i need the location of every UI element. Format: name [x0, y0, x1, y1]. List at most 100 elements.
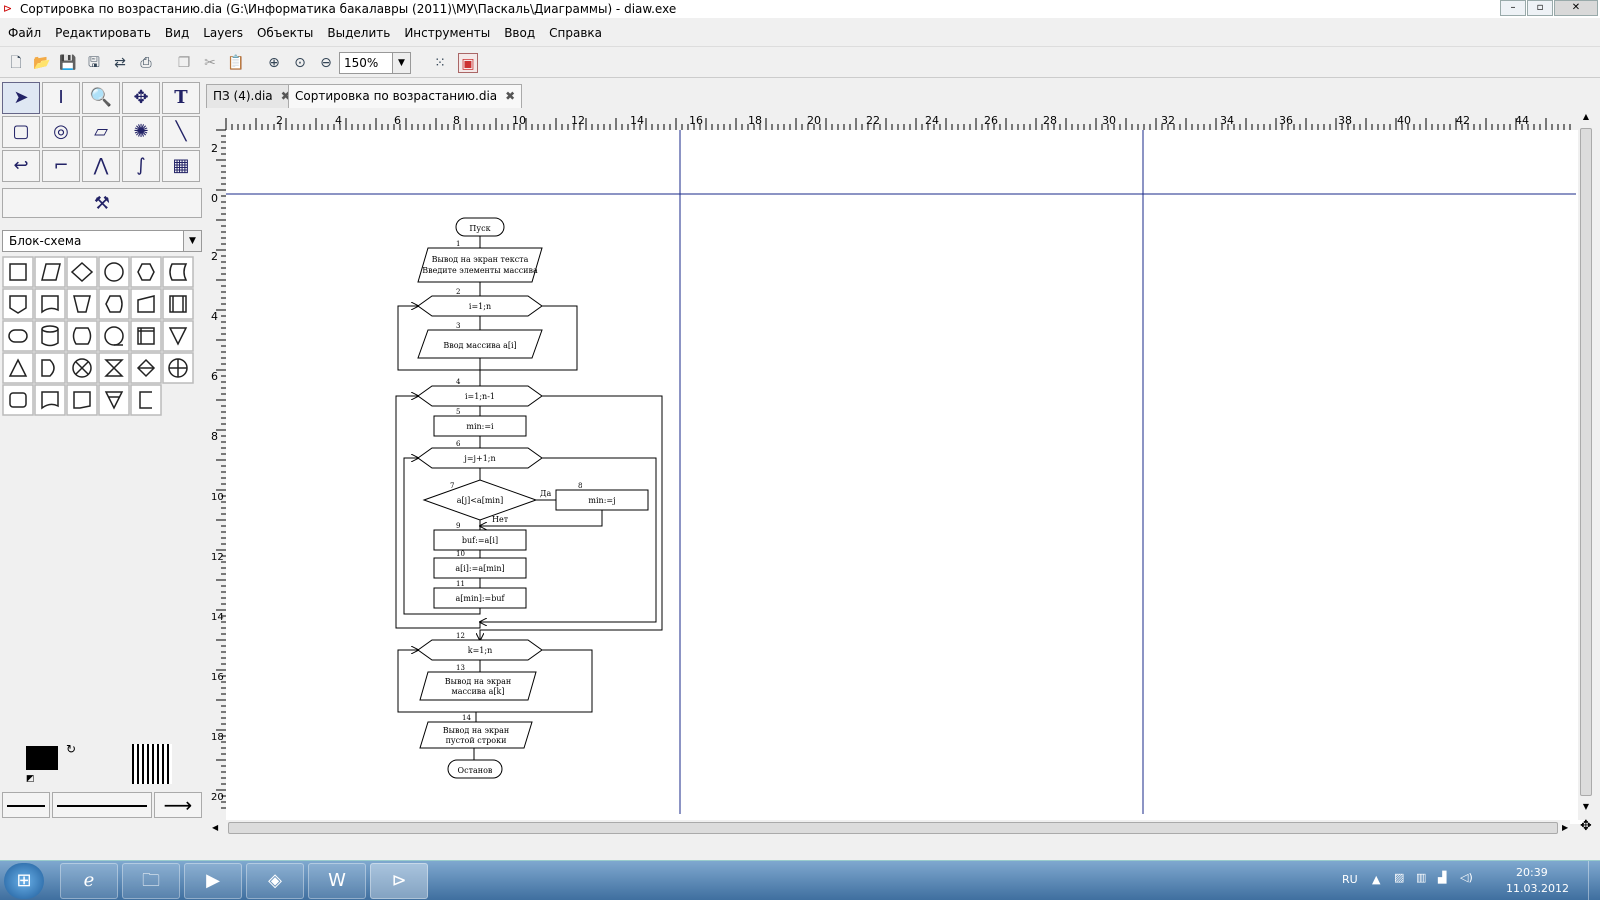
snap-grid-icon[interactable]: ⁙ — [430, 53, 450, 73]
chevron-down-icon[interactable]: ▼ — [183, 231, 201, 251]
object-snap-icon[interactable]: ▣ — [458, 53, 478, 73]
flow-shape-merge[interactable] — [162, 320, 194, 352]
menu-file[interactable]: Файл — [8, 26, 41, 40]
line-style[interactable] — [52, 792, 152, 818]
flow-shape-process[interactable] — [2, 256, 34, 288]
menu-tools[interactable]: Инструменты — [404, 26, 490, 40]
start-terminal[interactable]: Пуск — [455, 217, 505, 237]
maximize-button[interactable]: ▫ — [1527, 0, 1553, 16]
flow-shape-connector[interactable] — [98, 256, 130, 288]
flow-shape-delay[interactable] — [34, 352, 66, 384]
box-tool[interactable]: ▢ — [2, 116, 40, 148]
scroll-down-icon[interactable]: ▼ — [1578, 802, 1594, 816]
text-edit-tool[interactable]: I — [42, 82, 80, 114]
word-icon[interactable]: W — [308, 863, 366, 899]
flow-shape-predefined[interactable] — [162, 288, 194, 320]
flow-shape-rounded[interactable] — [2, 384, 34, 416]
text-tool[interactable]: T — [162, 82, 200, 114]
flow-shape-stored-data[interactable] — [162, 256, 194, 288]
save-icon[interactable]: 💾 — [58, 53, 78, 73]
flow-shape-card[interactable] — [66, 384, 98, 416]
block-13-output[interactable]: 13 Вывод на экран массива a[k] — [419, 664, 537, 701]
polygon-tool[interactable]: ▱ — [82, 116, 120, 148]
block-7-decision[interactable]: 7 a[j]<a[min] Да Нет — [422, 479, 552, 524]
paste-icon[interactable]: 📋 — [226, 53, 246, 73]
flow-shape-triangle-down[interactable] — [98, 384, 130, 416]
close-icon[interactable]: ✖ — [505, 89, 515, 103]
default-colors-icon[interactable]: ◩ — [26, 774, 35, 784]
flow-shape-data[interactable] — [34, 256, 66, 288]
flow-shape-multi-doc[interactable] — [34, 384, 66, 416]
signal-icon[interactable]: ▟ — [1438, 871, 1446, 884]
zoom-in-icon[interactable]: ⊕ — [264, 53, 284, 73]
export-icon[interactable]: ⇄ — [110, 53, 130, 73]
navigation-icon[interactable]: ✥ — [1580, 818, 1592, 834]
flow-shape-sort[interactable] — [130, 352, 162, 384]
flow-shape-internal[interactable] — [130, 320, 162, 352]
zoom-fit-icon[interactable]: ⊙ — [290, 53, 310, 73]
bezier-tool[interactable]: ∫ — [122, 150, 160, 182]
start-button[interactable]: ⊞ — [4, 863, 44, 899]
cut-icon[interactable]: ✂ — [200, 53, 220, 73]
image-tool[interactable]: ▦ — [162, 150, 200, 182]
menu-input[interactable]: Ввод — [504, 26, 535, 40]
open-folder-icon[interactable]: 📂 — [32, 53, 52, 73]
flow-shape-terminal[interactable] — [2, 320, 34, 352]
clock-date[interactable]: 11.03.2012 — [1506, 882, 1569, 895]
menu-view[interactable]: Вид — [165, 26, 189, 40]
scroll-up-icon[interactable]: ▲ — [1578, 112, 1594, 126]
flow-shape-annotation[interactable] — [130, 384, 162, 416]
language-indicator[interactable]: RU — [1342, 873, 1358, 886]
menu-edit[interactable]: Редактировать — [55, 26, 151, 40]
flow-shape-manual-op[interactable] — [66, 288, 98, 320]
sheet-select[interactable]: Блок-схема ▼ — [2, 230, 202, 252]
block-8-process[interactable]: 8 min:=j — [555, 482, 649, 511]
minimize-button[interactable]: – — [1500, 0, 1526, 16]
diagram-canvas[interactable]: 2 4 6 8 10 12 14 16 18 20 22 24 26 28 30… — [206, 110, 1586, 824]
ie-icon[interactable]: ℯ — [60, 863, 118, 899]
outline-tool[interactable]: ⚒ — [2, 188, 202, 218]
stop-terminal[interactable]: Останов — [447, 759, 503, 779]
flow-shape-sequential[interactable] — [98, 320, 130, 352]
flow-shape-offpage[interactable] — [2, 288, 34, 320]
beziergon-tool[interactable]: ✺ — [122, 116, 160, 148]
flow-shape-or[interactable] — [162, 352, 194, 384]
zoom-select[interactable]: 150% ▼ — [339, 52, 411, 74]
print-icon[interactable]: ⎙ — [136, 53, 156, 73]
canvas-area[interactable]: 2 4 6 8 10 12 14 16 18 20 22 24 26 28 30… — [206, 110, 1586, 824]
dia-icon[interactable]: ⊳ — [370, 863, 428, 899]
tab-sorting[interactable]: Сортировка по возрастанию.dia ✖ — [288, 84, 523, 108]
polyline-tool[interactable]: ⋀ — [82, 150, 120, 182]
menu-help[interactable]: Справка — [549, 26, 602, 40]
flow-shape-display[interactable] — [98, 288, 130, 320]
flow-shape-extract[interactable] — [2, 352, 34, 384]
swap-colors-icon[interactable]: ↻ — [66, 742, 76, 756]
app-icon[interactable]: ◈ — [246, 863, 304, 899]
chevron-down-icon[interactable]: ▼ — [392, 53, 410, 73]
scroll-right-icon[interactable]: ▶ — [1562, 820, 1574, 836]
volume-icon[interactable]: ◁) — [1460, 871, 1473, 884]
flow-shape-document[interactable] — [34, 288, 66, 320]
tray-arrow-icon[interactable]: ▲ — [1372, 873, 1380, 886]
menu-layers[interactable]: Layers — [203, 26, 243, 40]
explorer-icon[interactable]: 🗀 — [122, 863, 180, 899]
close-button[interactable]: ✕ — [1554, 0, 1598, 16]
flow-shape-summing[interactable] — [66, 352, 98, 384]
flow-shape-disk[interactable] — [34, 320, 66, 352]
scroll-tool[interactable]: ✥ — [122, 82, 160, 114]
vertical-scrollbar[interactable]: ▲ ▼ — [1578, 112, 1594, 820]
line-end-arrow-icon[interactable]: ⟶ — [154, 792, 202, 818]
show-desktop-button[interactable] — [1588, 861, 1600, 900]
flow-shape-decision[interactable] — [66, 256, 98, 288]
tab-pz4[interactable]: ПЗ (4).dia ✖ — [206, 84, 298, 108]
zigzag-tool[interactable]: ⌐ — [42, 150, 80, 182]
scroll-thumb[interactable] — [228, 822, 1558, 834]
flow-shape-direct-access[interactable] — [66, 320, 98, 352]
battery-icon[interactable]: ▥ — [1416, 871, 1426, 884]
flow-shape-preparation[interactable] — [130, 256, 162, 288]
clock-time[interactable]: 20:39 — [1516, 866, 1548, 879]
new-file-icon[interactable]: 🗋 — [6, 53, 26, 73]
flow-shape-collate[interactable] — [98, 352, 130, 384]
flow-shape-manual-input[interactable] — [130, 288, 162, 320]
foreground-color[interactable] — [26, 746, 58, 770]
